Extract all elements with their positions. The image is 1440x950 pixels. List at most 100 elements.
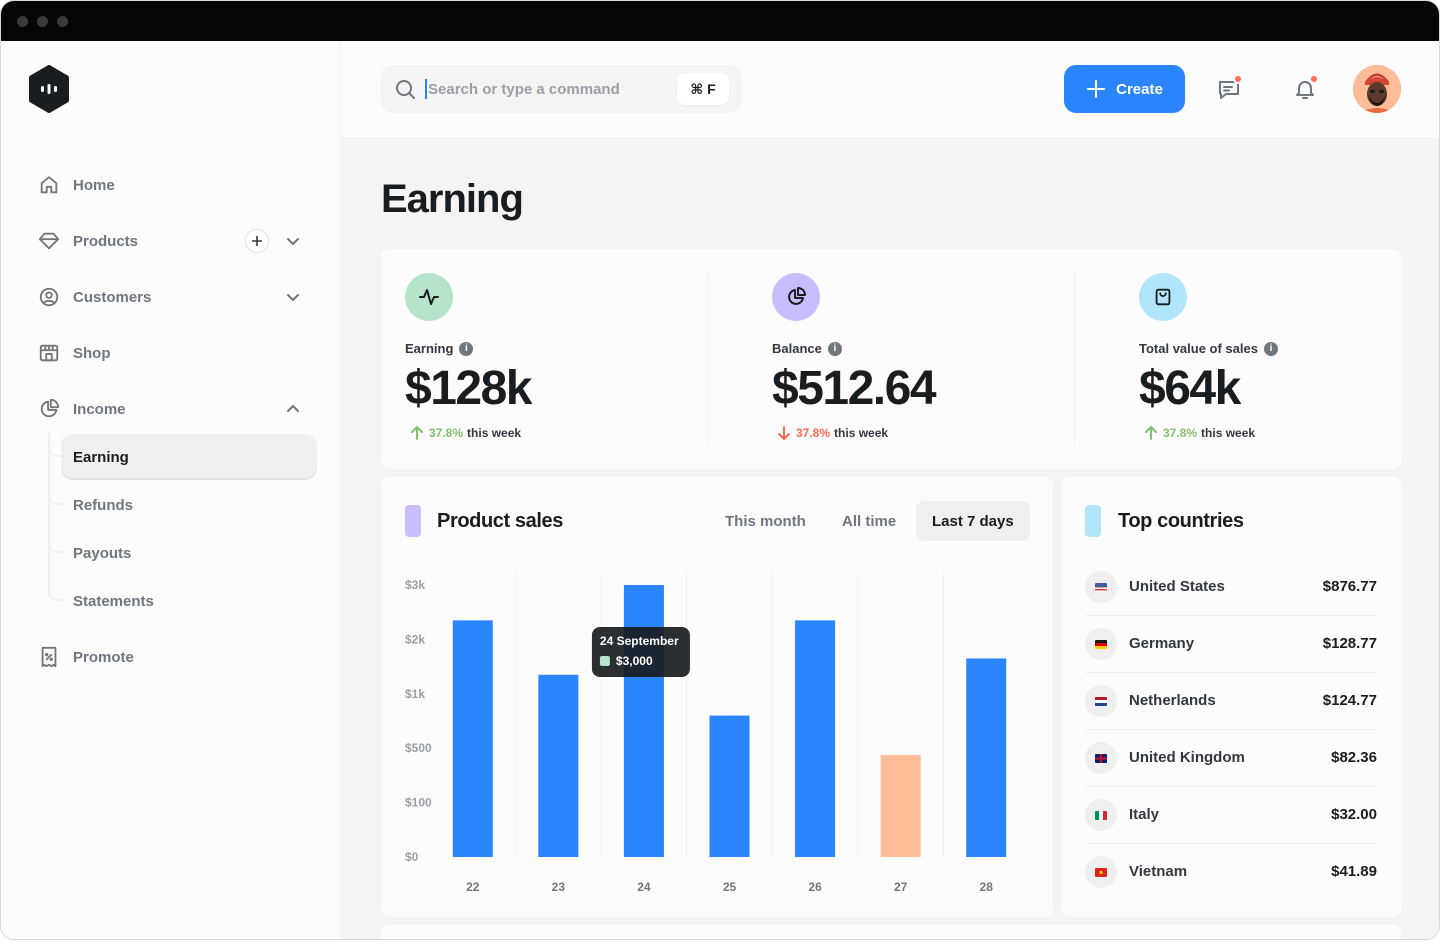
- sidebar-item-label: Shop: [73, 344, 111, 362]
- stat-trend: 37.8% this week: [776, 425, 888, 441]
- sidebar-subitem-refunds[interactable]: Refunds: [61, 482, 317, 528]
- y-tick-label: $100: [405, 796, 432, 810]
- maximize-window-dot[interactable]: [57, 16, 68, 27]
- submenu-hook: [48, 543, 62, 553]
- tab-all-time[interactable]: All time: [826, 501, 912, 541]
- notifications-button[interactable]: [1293, 74, 1319, 101]
- sidebar-item-products[interactable]: Products: [37, 219, 317, 263]
- sidebar-item-shop[interactable]: Shop: [37, 331, 317, 375]
- info-icon[interactable]: i: [827, 341, 842, 356]
- sidebar-item-label: Income: [73, 400, 126, 418]
- section-tag: [1085, 505, 1101, 537]
- chart-bar: [538, 674, 579, 857]
- search-bar[interactable]: ⌘ F: [381, 65, 741, 113]
- plus-icon: [1087, 80, 1106, 98]
- us-flag-icon: [1085, 571, 1117, 603]
- divider: [707, 273, 708, 445]
- arrow-up-icon: [1145, 426, 1157, 440]
- search-icon: [393, 77, 417, 106]
- shopping-bag-icon: [1139, 273, 1187, 321]
- stat-label: Earning i: [405, 341, 474, 356]
- home-icon: [37, 173, 61, 197]
- logo-icon[interactable]: [27, 65, 71, 113]
- info-icon[interactable]: i: [459, 341, 474, 356]
- minimize-window-dot[interactable]: [37, 16, 48, 27]
- chart-bar: [880, 755, 921, 857]
- y-tick-label: $0: [405, 850, 419, 864]
- country-value: $32.00: [1331, 806, 1377, 823]
- pie-chart-icon: [772, 273, 820, 321]
- stat-value: $128k: [405, 362, 532, 415]
- chevron-up-icon[interactable]: [281, 397, 305, 421]
- country-value: $876.77: [1322, 578, 1377, 595]
- chevron-down-icon[interactable]: [281, 229, 305, 253]
- stat-change-suffix: this week: [467, 426, 522, 440]
- country-value: $41.89: [1331, 863, 1377, 880]
- arrow-down-icon: [778, 426, 790, 440]
- tab-last-7-days[interactable]: Last 7 days: [916, 501, 1030, 541]
- country-row[interactable]: United Kingdom $82.36: [1085, 730, 1377, 787]
- uk-flag-icon: [1085, 742, 1117, 774]
- add-product-button[interactable]: [245, 229, 269, 253]
- sidebar-item-income[interactable]: Income: [37, 387, 317, 431]
- sidebar-subitem-payouts[interactable]: Payouts: [61, 530, 317, 576]
- sidebar-subitem-earning[interactable]: Earning: [61, 434, 317, 480]
- text-cursor: [425, 79, 427, 99]
- pie-chart-icon: [37, 397, 61, 421]
- next-card-peek: [381, 925, 1401, 939]
- stat-change: 37.8%: [1163, 426, 1198, 440]
- sidebar-subitem-statements[interactable]: Statements: [61, 578, 317, 624]
- x-tick-label: 24: [637, 880, 651, 894]
- y-tick-label: $3k: [405, 578, 425, 592]
- y-tick-label: $1k: [405, 687, 425, 701]
- create-button[interactable]: Create: [1064, 65, 1185, 113]
- messages-button[interactable]: [1217, 74, 1243, 101]
- sidebar: Home Products Customers Shop Income Earn…: [1, 41, 341, 939]
- close-window-dot[interactable]: [17, 16, 28, 27]
- country-value: $124.77: [1322, 692, 1377, 709]
- stat-total-sales: Total value of sales i $64k 37.8% this we…: [1139, 273, 1439, 445]
- country-row[interactable]: Vietnam $41.89: [1085, 844, 1377, 901]
- country-row[interactable]: Netherlands $124.77: [1085, 673, 1377, 730]
- netherlands-flag-icon: [1085, 685, 1117, 717]
- info-icon[interactable]: i: [1263, 341, 1278, 356]
- sidebar-item-label: Customers: [73, 288, 152, 306]
- x-tick-label: 23: [552, 880, 566, 894]
- country-name: United States: [1129, 578, 1225, 595]
- vietnam-flag-icon: [1085, 856, 1117, 888]
- app-window: Home Products Customers Shop Income Earn…: [0, 0, 1440, 940]
- sidebar-item-customers[interactable]: Customers: [37, 275, 317, 319]
- divider: [1074, 273, 1075, 445]
- country-row[interactable]: United States $876.77: [1085, 559, 1377, 616]
- product-sales-title: Product sales: [437, 510, 563, 532]
- top-countries-card: Top countries United States $876.77 Germ…: [1061, 477, 1401, 917]
- sidebar-item-promote[interactable]: Promote: [37, 635, 317, 679]
- sidebar-item-home[interactable]: Home: [37, 163, 317, 207]
- stats-card: Earning i $128k 37.8% this week Balance i …: [381, 249, 1401, 469]
- y-tick-label: $500: [405, 741, 432, 755]
- stat-label: Total value of sales i: [1139, 341, 1278, 356]
- product-sales-card: $0 $100 $500 $1k $2k $3k 22 23 24 25 26 27 28 24 Sept…: [381, 477, 1053, 917]
- product-sales-chart: $0 $100 $500 $1k $2k $3k 22 23 24 25 26 27 28 24 Sept…: [405, 573, 1007, 894]
- submenu-hook: [48, 591, 62, 601]
- stat-trend: 37.8% this week: [1143, 425, 1255, 441]
- country-name: Germany: [1129, 635, 1195, 652]
- avatar[interactable]: [1353, 65, 1401, 113]
- country-row[interactable]: Italy $32.00: [1085, 787, 1377, 844]
- chart-bar: [795, 620, 836, 857]
- submenu-tree-line: [48, 433, 50, 596]
- x-tick-label: 25: [723, 880, 737, 894]
- tooltip-swatch: [599, 656, 610, 666]
- main-content: Earning Earningi $128k 37.8% this week: [342, 137, 1439, 939]
- stat-value: $64k: [1139, 362, 1241, 415]
- country-row[interactable]: Germany $128.77: [1085, 616, 1377, 673]
- chevron-down-icon[interactable]: [281, 285, 305, 309]
- tab-this-month[interactable]: This month: [709, 501, 822, 541]
- search-input[interactable]: [428, 77, 668, 101]
- activity-icon: [405, 273, 453, 321]
- country-name: Vietnam: [1129, 863, 1188, 880]
- country-value: $128.77: [1322, 635, 1377, 652]
- submenu-hook: [48, 495, 62, 505]
- stat-change: 37.8%: [796, 426, 831, 440]
- x-tick-label: 28: [980, 880, 994, 894]
